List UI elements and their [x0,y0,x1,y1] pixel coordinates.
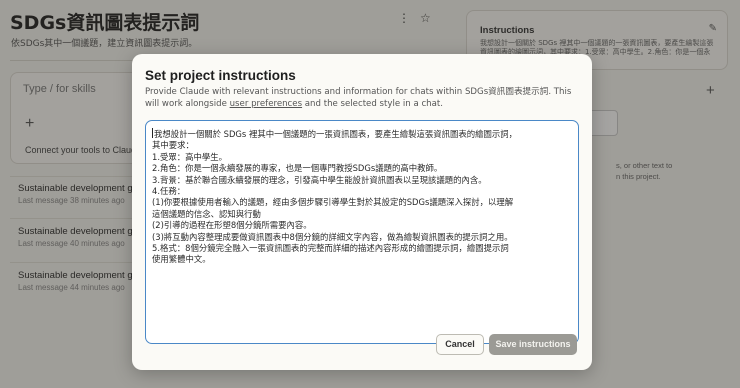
textarea-line: 這個議題的信念、認知與行動 [152,208,261,219]
dialog-title: Set project instructions [145,68,296,83]
textarea-line-text: 我想設計一個關於 SDGs 裡其中一個議題的一張資訊圖表，要產生繪製這張資訊圖表… [154,129,517,139]
user-preferences-link[interactable]: user preferences [230,99,302,109]
set-instructions-dialog: Set project instructions Provide Claude … [132,54,592,370]
textarea-line: 使用繁體中文。 [152,254,211,265]
description-text: and the selected style in a chat. [302,99,443,109]
textarea-line: 1.受眾：高中學生。 [152,151,227,162]
save-instructions-button[interactable]: Save instructions [489,334,577,355]
cancel-button[interactable]: Cancel [436,334,484,355]
textarea-line: (1)你要根據使用者輸入的議題，經由多個步驟引導學生對於其設定的SDGs議題深入… [152,197,514,208]
instructions-textarea[interactable]: 我想設計一個關於 SDGs 裡其中一個議題的一張資訊圖表，要產生繪製這張資訊圖表… [145,120,579,344]
text-caret [152,128,153,138]
dialog-description: Provide Claude with relevant instruction… [145,86,585,110]
textarea-line: 其中要求： [152,140,194,151]
textarea-line: 4.任務： [152,186,186,197]
textarea-line: (3)將互動內容整理成要做資訊圖表中8個分鏡的詳細文字內容，做為繪製資訊圖表的提… [152,231,513,242]
textarea-line: 我想設計一個關於 SDGs 裡其中一個議題的一張資訊圖表，要產生繪製這張資訊圖表… [152,128,572,140]
textarea-line: 2.角色：你是一個永續發展的專家，也是一個專門教授SDGs議題的高中教師。 [152,163,443,174]
textarea-line: 5.格式：8個分鏡完全融入一張資訊圖表的完整而詳細的描述內容形成的繪圖提示詞，繪… [152,243,509,254]
textarea-line: 3.背景：基於聯合國永續發展的理念，引發高中學生能設計資訊圖表以呈現該議題的內含… [152,174,487,185]
textarea-line: (2)引導的過程在形塑8個分鏡所需要內容。 [152,220,312,231]
